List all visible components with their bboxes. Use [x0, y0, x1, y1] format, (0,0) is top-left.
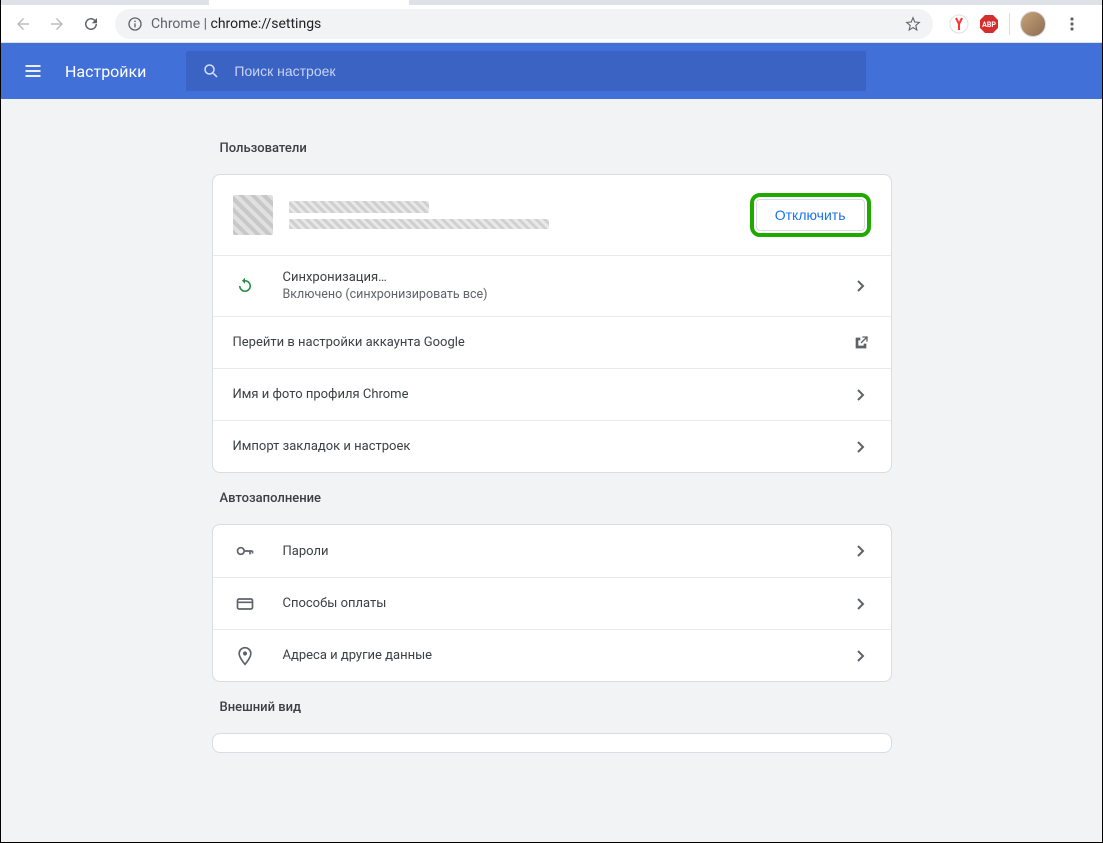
- profile-avatar-button[interactable]: [1020, 11, 1046, 37]
- adblock-extension-icon[interactable]: ABP: [979, 14, 999, 34]
- payments-row[interactable]: Способы оплаты: [213, 577, 891, 629]
- window-minimize[interactable]: [964, 0, 1010, 5]
- section-users-title: Пользователи: [220, 141, 888, 156]
- autofill-card: Пароли Способы оплаты: [212, 524, 892, 682]
- external-link-icon: [851, 335, 871, 351]
- hamburger-menu-icon[interactable]: [21, 61, 45, 81]
- row-label: Пароли: [283, 544, 851, 559]
- window-close[interactable]: [1056, 0, 1102, 5]
- passwords-row[interactable]: Пароли: [213, 525, 891, 577]
- browser-tabstrip: Google Chrome Настройки: [1, 0, 1102, 5]
- yandex-extension-icon[interactable]: [949, 14, 969, 34]
- chevron-right-icon: [851, 545, 871, 557]
- appearance-card-partial: [212, 733, 892, 753]
- profile-info-row: Отключить: [213, 175, 891, 255]
- svg-text:ABP: ABP: [982, 21, 996, 29]
- addresses-row[interactable]: Адреса и другие данные: [213, 629, 891, 681]
- profile-avatar: [233, 195, 273, 235]
- nav-back-button[interactable]: [7, 8, 39, 40]
- nav-reload-button[interactable]: [75, 8, 107, 40]
- window-maximize[interactable]: [1010, 0, 1056, 5]
- chrome-menu-button[interactable]: [1056, 8, 1088, 40]
- users-card: Отключить Синхронизация… Включено (синхр…: [212, 174, 892, 473]
- section-appearance-title: Внешний вид: [220, 700, 888, 715]
- tab-settings[interactable]: Настройки: [209, 0, 409, 5]
- chevron-right-icon: [851, 650, 871, 662]
- settings-search[interactable]: [186, 51, 866, 91]
- section-autofill-title: Автозаполнение: [220, 491, 888, 506]
- url-text: Chrome | chrome://settings: [151, 16, 897, 32]
- google-account-settings-row[interactable]: Перейти в настройки аккаунта Google: [213, 316, 891, 368]
- browser-toolbar: Chrome | chrome://settings ABP: [1, 5, 1102, 43]
- nav-forward-button[interactable]: [41, 8, 73, 40]
- chevron-right-icon: [851, 598, 871, 610]
- settings-scroll[interactable]: Пользователи Отключить: [1, 99, 1102, 842]
- divider: [1009, 13, 1010, 35]
- chevron-right-icon: [851, 441, 871, 453]
- location-pin-icon: [233, 646, 257, 666]
- import-bookmarks-row[interactable]: Импорт закладок и настроек: [213, 420, 891, 472]
- page-title: Настройки: [65, 62, 146, 81]
- bookmark-star-icon[interactable]: [905, 16, 921, 32]
- chevron-right-icon: [851, 280, 871, 292]
- sync-sub: Включено (синхронизировать все): [283, 287, 851, 302]
- row-label: Способы оплаты: [283, 596, 851, 611]
- highlight-annotation: Отключить: [750, 193, 871, 237]
- site-info-icon[interactable]: [127, 16, 143, 32]
- settings-search-input[interactable]: [234, 63, 850, 79]
- sync-row[interactable]: Синхронизация… Включено (синхронизироват…: [213, 255, 891, 316]
- key-icon: [233, 541, 257, 561]
- row-label: Адреса и другие данные: [283, 648, 851, 663]
- new-tab-button[interactable]: [413, 0, 441, 3]
- sync-label: Синхронизация…: [283, 270, 851, 285]
- disconnect-button[interactable]: Отключить: [756, 199, 865, 231]
- chevron-right-icon: [851, 389, 871, 401]
- profile-name-photo-row[interactable]: Имя и фото профиля Chrome: [213, 368, 891, 420]
- sync-icon: [233, 277, 257, 295]
- profile-text-blurred: [289, 201, 734, 229]
- credit-card-icon: [233, 594, 257, 614]
- search-icon: [202, 62, 220, 80]
- settings-header: Настройки: [1, 43, 1102, 99]
- row-label: Импорт закладок и настроек: [233, 439, 851, 454]
- address-bar[interactable]: Chrome | chrome://settings: [115, 9, 933, 39]
- row-label: Имя и фото профиля Chrome: [233, 387, 851, 402]
- row-label: Перейти в настройки аккаунта Google: [233, 335, 851, 350]
- tab-google-chrome[interactable]: Google Chrome: [9, 0, 209, 5]
